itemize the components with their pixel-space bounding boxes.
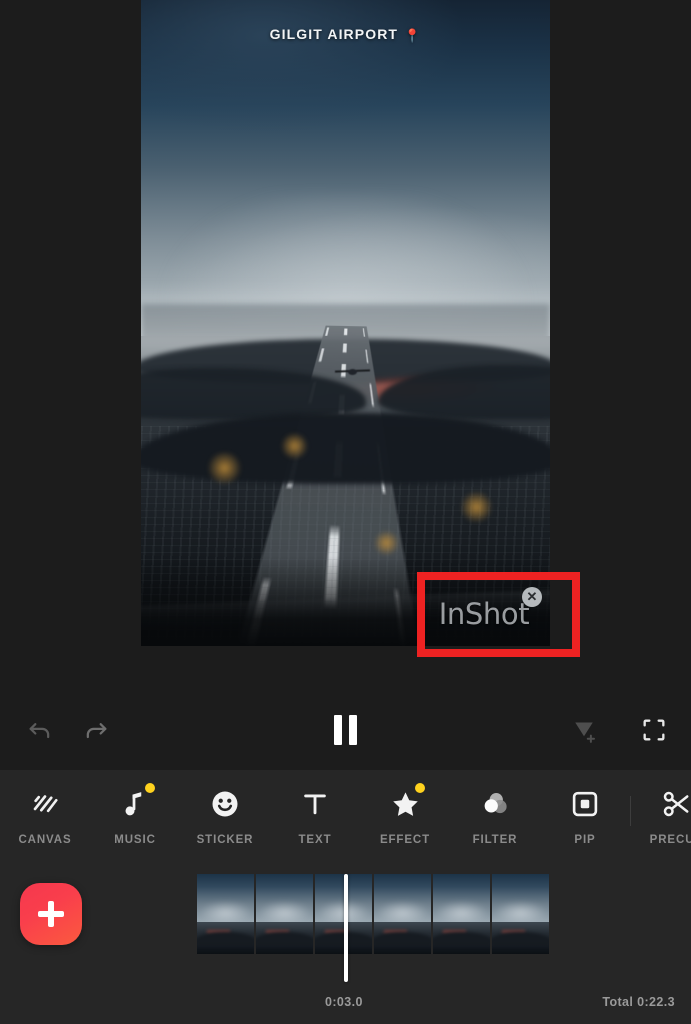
play-pause-button[interactable]	[320, 704, 372, 756]
badge-dot	[415, 783, 425, 793]
watermark-label: InShot	[438, 597, 530, 631]
tool-label: PRECUT	[649, 834, 691, 846]
tool-text[interactable]: TEXT	[270, 770, 360, 846]
fullscreen-button[interactable]	[632, 708, 676, 752]
plus-icon	[38, 901, 64, 927]
add-keyframe-button[interactable]	[562, 708, 606, 752]
keyframe-add-icon	[575, 722, 595, 743]
add-clip-button[interactable]	[20, 883, 82, 945]
clip-thumbnail[interactable]	[256, 874, 313, 954]
clip-thumbnail[interactable]	[433, 874, 490, 954]
tool-effect[interactable]: EFFECT	[360, 770, 450, 846]
tool-music[interactable]: MUSIC	[90, 770, 180, 846]
clip-thumbnail[interactable]	[374, 874, 431, 954]
total-time-label: Total 0:22.3	[602, 995, 675, 1009]
undo-arrow-icon	[29, 723, 50, 739]
thumb-trees	[374, 931, 431, 946]
tool-precut[interactable]: PRECUT	[631, 770, 691, 846]
tool-strip[interactable]: CANVAS MUSIC STICKER TEXT EFFECT FILTER …	[0, 770, 691, 869]
thumb-trees	[433, 931, 490, 946]
thumb-trees	[256, 931, 313, 946]
video-overlay-title[interactable]: GILGIT AIRPORT 📍	[141, 26, 550, 43]
tool-filter[interactable]: FILTER	[450, 770, 540, 846]
music-note-icon	[118, 783, 155, 821]
canvas-icon	[28, 787, 62, 821]
tool-label: EFFECT	[379, 834, 431, 846]
tool-canvas[interactable]: CANVAS	[0, 770, 90, 846]
redo-arrow-icon	[86, 723, 107, 739]
thumb-trees	[492, 931, 549, 946]
pip-icon	[568, 787, 602, 821]
playback-control-bar	[0, 690, 691, 770]
inshot-watermark[interactable]: InShot ✕	[424, 581, 544, 646]
effect-star-icon	[388, 783, 425, 821]
sticker-smiley-icon	[208, 787, 242, 821]
timeline-panel: 0:03.0 Total 0:22.3	[0, 869, 691, 1024]
video-overlay-title-text: GILGIT AIRPORT	[269, 26, 399, 42]
video-foliage	[374, 529, 399, 556]
tool-sticker[interactable]: STICKER	[180, 770, 270, 846]
tool-label: CANVAS	[18, 834, 72, 846]
tool-label: FILTER	[472, 834, 518, 846]
tool-label: MUSIC	[114, 834, 156, 846]
video-preview[interactable]: GILGIT AIRPORT 📍 InShot ✕	[141, 0, 550, 646]
filter-circles-icon	[478, 787, 512, 821]
tool-label: TEXT	[298, 834, 332, 846]
preview-stage: GILGIT AIRPORT 📍 InShot ✕	[0, 0, 691, 690]
clip-thumbnail[interactable]	[197, 874, 254, 954]
video-foliage	[280, 432, 309, 459]
pause-icon	[334, 715, 357, 745]
clip-thumbnail[interactable]	[492, 874, 549, 954]
scissors-icon	[659, 787, 691, 821]
location-pin-icon: 📍	[404, 28, 422, 43]
tool-pip[interactable]: PIP	[540, 770, 630, 846]
inshot-editor-screen: GILGIT AIRPORT 📍 InShot ✕ CANVAS MUSIC S…	[0, 0, 691, 1024]
time-readout-row: 0:03.0 Total 0:22.3	[0, 995, 691, 1013]
clip-track[interactable]	[197, 874, 691, 954]
current-time-label: 0:03.0	[325, 995, 363, 1009]
playhead-icon[interactable]	[344, 874, 348, 982]
video-treeline	[141, 413, 550, 485]
undo-button[interactable]	[18, 708, 62, 752]
video-foliage	[460, 490, 493, 524]
thumb-trees	[197, 931, 254, 946]
fullscreen-icon	[643, 719, 665, 741]
badge-dot	[145, 783, 155, 793]
close-icon[interactable]: ✕	[522, 587, 542, 607]
redo-button[interactable]	[74, 708, 118, 752]
text-t-icon	[298, 787, 332, 821]
tool-label: PIP	[574, 834, 596, 846]
tool-label: STICKER	[196, 834, 254, 846]
